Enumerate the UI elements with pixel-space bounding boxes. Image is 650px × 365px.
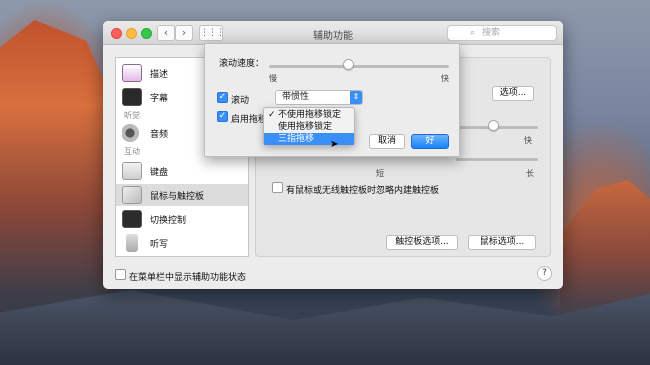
section-header-interaction: 互动 [124,147,140,156]
sidebar-item-keyboard[interactable]: 键盘 [116,160,248,182]
section-header-hearing: 听觉 [124,111,140,120]
checkmark-icon: ✓ [268,110,276,120]
ignore-trackpad-label: 有鼠标或无线触控板时忽略内建触控板 [286,186,440,196]
scroll-slow-label: 慢 [269,74,277,83]
drag-lock-menu: ✓ 不使用拖移锁定 使用拖移锁定 三指拖移 [263,107,355,145]
sidebar-item-label: 键盘 [150,168,169,178]
sidebar-item-label: 字幕 [150,94,169,104]
cancel-button[interactable]: 取消 [369,134,405,149]
sidebar-item-switch-control[interactable]: 切换控制 [116,208,248,230]
microphone-icon [126,234,138,252]
speaker-icon [122,124,142,142]
ok-button[interactable]: 好 [411,134,449,149]
menu-item-label: 三指拖移 [278,134,315,144]
scroll-speed-label: 滚动速度： [219,59,265,69]
description-icon [122,64,142,82]
scroll-speed-knob[interactable] [343,59,354,70]
menu-item-label: 使用拖移锁定 [278,122,333,132]
speed-fast-label: 快 [524,136,532,145]
menu-item-label: 不使用拖移锁定 [278,110,342,120]
menu-item-no-drag-lock[interactable]: ✓ 不使用拖移锁定 [264,109,354,121]
sidebar-item-label: 鼠标与触控板 [150,192,205,202]
chevron-updown-icon: ⇕ [350,91,362,104]
sidebar-item-label: 音频 [150,130,169,140]
drag-label: 启用拖移 [231,115,268,125]
sidebar-item-label: 切换控制 [150,216,187,226]
scroll-label: 滚动 [231,96,250,106]
drag-checkbox[interactable]: ✓ [217,111,228,122]
scroll-mode-popup[interactable]: 带惯性 ⇕ [275,90,363,105]
search-field[interactable]: ⌕ 搜索 [447,25,557,41]
spring-short-label: 短 [376,169,384,178]
sidebar-item-mouse-trackpad[interactable]: 鼠标与触控板 [116,184,248,206]
menu-item-drag-lock[interactable]: 使用拖移锁定 [264,121,354,133]
scroll-fast-label: 快 [441,74,449,83]
spring-loading-slider[interactable] [456,158,538,161]
scroll-speed-slider[interactable] [269,65,449,68]
ignore-trackpad-checkbox[interactable] [272,182,283,193]
sidebar-item-label: 听写 [150,240,169,250]
mouse-icon [122,186,142,204]
search-icon: ⌕ [470,28,476,38]
sidebar-item-dictation[interactable]: 听写 [116,232,248,254]
double-click-speed-knob[interactable] [488,120,499,131]
options-button[interactable]: 选项... [492,86,534,101]
sidebar-item-label: 描述 [150,70,169,80]
keyboard-icon [122,162,142,180]
captions-icon [122,88,142,106]
mouse-options-button[interactable]: 鼠标选项... [468,235,536,250]
help-button[interactable]: ? [537,266,552,281]
show-status-checkbox[interactable] [115,269,126,280]
scroll-checkbox[interactable]: ✓ [217,92,228,103]
switch-icon [122,210,142,228]
trackpad-options-button[interactable]: 触控板选项... [386,235,458,250]
mouse-cursor-icon: ➤ [330,139,339,150]
spring-long-label: 长 [526,169,534,178]
desktop-valley [0,290,650,365]
show-status-label: 在菜单栏中显示辅助功能状态 [129,273,247,283]
menu-item-three-finger-drag[interactable]: 三指拖移 [264,133,354,145]
scroll-mode-value: 带惯性 [282,92,310,102]
title-bar: ‹ › ⋮⋮⋮ 辅助功能 ⌕ 搜索 [103,21,563,45]
search-placeholder: 搜索 [482,28,501,38]
